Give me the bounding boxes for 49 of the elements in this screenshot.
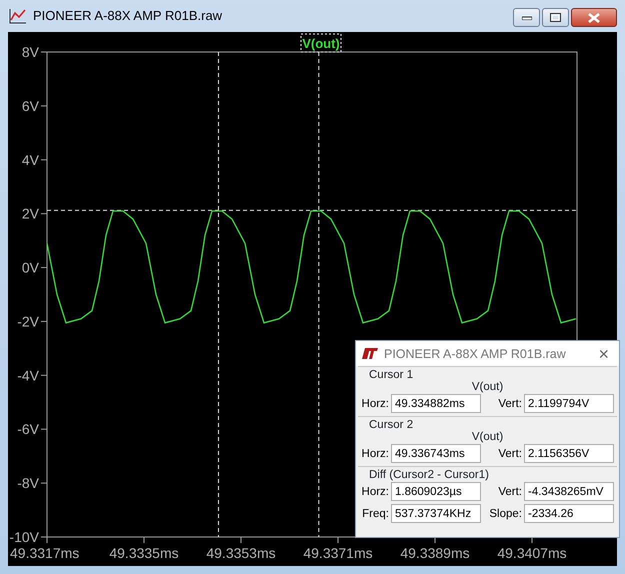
minimize-icon: [522, 16, 532, 20]
maximize-icon: [550, 13, 561, 22]
value-field[interactable]: 537.37374KHz: [391, 504, 481, 523]
y-axis-label: 8V: [22, 44, 39, 60]
y-axis-label: 4V: [22, 152, 39, 168]
minimize-button[interactable]: [513, 8, 540, 27]
y-axis-label: 2V: [22, 206, 39, 222]
field-label: Vert:: [497, 484, 522, 498]
value-field[interactable]: -4.3438265mV: [524, 482, 614, 501]
group-title: Diff (Cursor2 - Cursor1): [368, 468, 490, 482]
trace-label: V(out): [300, 34, 342, 52]
y-axis-label: -2V: [17, 313, 39, 330]
close-icon: [588, 12, 600, 22]
value-field[interactable]: 2.1156356V: [524, 444, 614, 463]
value-field[interactable]: 2.1199794V: [524, 394, 614, 413]
value-field[interactable]: 49.336743ms: [391, 444, 481, 463]
x-axis-label: 49.3389ms: [400, 545, 470, 561]
y-axis-label: -4V: [17, 367, 39, 384]
logo-icon: [362, 348, 378, 359]
field-label: Horz:: [361, 446, 389, 460]
field-label: Horz:: [361, 396, 389, 410]
x-axis-label: 49.3317ms: [10, 545, 80, 561]
group-title: Cursor 1: [368, 368, 414, 382]
value-field[interactable]: 49.334882ms: [391, 394, 481, 413]
value-field[interactable]: 1.8609023µs: [391, 482, 481, 501]
y-axis-label: -6V: [17, 421, 39, 438]
y-axis-label: -8V: [17, 475, 39, 492]
maximize-button[interactable]: [542, 8, 569, 27]
y-axis-label: -10V: [9, 529, 39, 545]
field-label: Vert:: [497, 446, 522, 460]
field-label: Slope:: [488, 506, 522, 520]
window-title: PIONEER A-88X AMP R01B.raw: [33, 7, 222, 26]
chart-icon: [9, 8, 27, 24]
value-field[interactable]: -2334.26: [524, 504, 614, 523]
x-axis-label: 49.3371ms: [303, 545, 373, 561]
y-axis-label: 0V: [22, 260, 39, 276]
trace-name: V(out): [470, 380, 504, 394]
x-axis-label: 49.3407ms: [497, 545, 567, 561]
field-label: Freq:: [361, 506, 389, 520]
close-button[interactable]: [571, 8, 617, 27]
field-label: Vert:: [497, 396, 522, 410]
close-button[interactable]: ×: [594, 344, 613, 362]
group-title: Cursor 2: [368, 418, 414, 432]
x-axis-label: 49.3353ms: [206, 545, 276, 561]
field-label: Horz:: [361, 484, 389, 498]
x-axis-label: 49.3335ms: [109, 545, 179, 561]
dialog-title: PIONEER A-88X AMP R01B.raw: [384, 346, 566, 360]
trace-name: V(out): [470, 430, 504, 444]
y-axis-label: 6V: [22, 98, 39, 114]
